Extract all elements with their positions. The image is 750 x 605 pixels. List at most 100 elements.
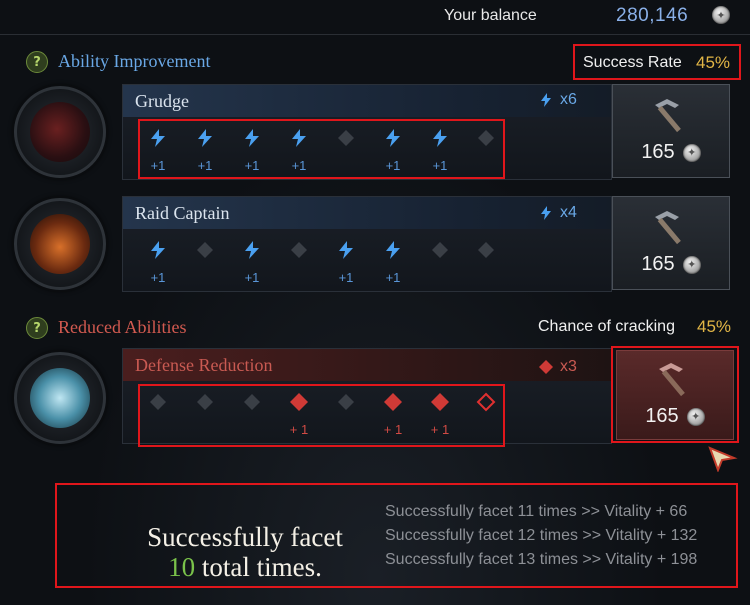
facet-slot-empty <box>474 126 498 150</box>
summary-count: 10 <box>168 552 196 582</box>
red-rune-icon <box>431 393 449 411</box>
engraving-count-value: x6 <box>560 91 577 108</box>
facet-plus-label: + 1 <box>430 422 450 437</box>
facet-cost-value: 165 <box>645 405 679 427</box>
bonus-list: Successfully facet 11 times >> Vitality … <box>385 503 697 575</box>
blue-rune-icon <box>151 241 165 259</box>
success-rate-value: 45% <box>696 53 731 72</box>
red-rune-icon <box>384 393 402 411</box>
help-icon[interactable]: ? <box>26 317 48 339</box>
facet-slot-success <box>287 126 311 150</box>
empty-rune-icon <box>338 394 354 410</box>
facet-slot-fail <box>287 238 311 262</box>
engraving-portrait-defense-reduction <box>14 352 106 444</box>
engraving-count: x3 <box>538 358 577 376</box>
grudge-emblem-icon <box>30 102 90 162</box>
blue-rune-icon <box>245 241 259 259</box>
engraving-name: Defense Reduction <box>135 354 273 375</box>
facet-plus-label: +1 <box>197 158 213 173</box>
balance-value: 280,146 <box>616 5 689 26</box>
empty-rune-icon <box>244 394 260 410</box>
facet-slot-success <box>381 390 405 414</box>
facet-slot-fail <box>146 390 170 414</box>
blue-rune-icon <box>386 241 400 259</box>
blue-rune-icon <box>386 129 400 147</box>
facet-plus-label: + 1 <box>383 422 403 437</box>
empty-rune-icon <box>197 242 213 258</box>
facet-slot-fail <box>240 390 264 414</box>
red-rune-icon <box>539 360 553 374</box>
facet-plus-label: + 1 <box>289 422 309 437</box>
help-icon[interactable]: ? <box>26 51 48 73</box>
facet-plus-label: +1 <box>244 270 260 285</box>
empty-rune-icon <box>476 392 496 412</box>
success-rate-label: Success Rate <box>583 54 682 71</box>
engraving-count: x6 <box>538 91 577 109</box>
engraving-portrait-raid-captain <box>14 198 106 290</box>
blue-rune-icon <box>292 129 306 147</box>
facet-slot-empty <box>474 238 498 262</box>
cursor-icon <box>708 446 738 472</box>
facet-plus-label: +1 <box>385 158 401 173</box>
engraving-count-value: x3 <box>560 358 577 375</box>
engraving-count: x4 <box>538 204 577 222</box>
red-rune-icon <box>290 393 308 411</box>
summary-text: Successfully facet 10 total times. <box>65 522 425 582</box>
facet-plus-label: +1 <box>338 270 354 285</box>
divider <box>0 34 750 35</box>
facet-slot-fail <box>193 238 217 262</box>
section-title-improvement: Ability Improvement <box>58 51 211 71</box>
facet-plus-label: +1 <box>432 158 448 173</box>
facet-button-grudge[interactable]: 165 ✦ <box>612 84 730 178</box>
summary-line-2-text: total times. <box>201 552 322 582</box>
facet-plus-label: +1 <box>150 158 166 173</box>
hammer-icon <box>655 99 681 133</box>
facet-plus-label: +1 <box>150 270 166 285</box>
blue-rune-icon <box>339 241 353 259</box>
empty-rune-icon <box>197 394 213 410</box>
summary-box: Successfully facet 10 total times. Succe… <box>55 483 738 588</box>
silver-coin-icon: ✦ <box>686 407 705 426</box>
engraving-name: Grudge <box>135 90 189 111</box>
section-title-reduced: Reduced Abilities <box>58 317 187 337</box>
facet-slot-next <box>474 390 498 414</box>
balance-label: Your balance <box>444 7 537 24</box>
success-rate-box: Success Rate 45% <box>573 44 741 80</box>
bonus-line: Successfully facet 11 times >> Vitality … <box>385 503 688 520</box>
blue-rune-icon <box>151 129 165 147</box>
engraving-portrait-grudge <box>14 86 106 178</box>
summary-line-2: 10 total times. <box>65 552 425 582</box>
facet-slot-success <box>381 126 405 150</box>
facet-slot-fail <box>334 390 358 414</box>
facet-plus-label: +1 <box>385 270 401 285</box>
crack-chance-label: Chance of cracking <box>538 318 675 335</box>
facet-slot-success <box>428 126 452 150</box>
engraving-count-value: x4 <box>560 204 577 221</box>
facet-slot-fail <box>334 126 358 150</box>
bonus-line: Successfully facet 12 times >> Vitality … <box>385 527 698 544</box>
facet-slot-success <box>146 126 170 150</box>
facet-cost: 165 ✦ <box>641 253 701 276</box>
silver-coin-icon: ✦ <box>682 143 701 162</box>
empty-rune-icon <box>150 394 166 410</box>
facet-button-raid-captain[interactable]: 165 ✦ <box>612 196 730 290</box>
defense-reduction-emblem-icon <box>30 368 90 428</box>
hammer-icon <box>659 363 685 397</box>
empty-rune-icon <box>432 242 448 258</box>
blue-rune-icon <box>541 93 551 107</box>
raid-captain-emblem-icon <box>30 214 90 274</box>
facet-slot-success <box>287 390 311 414</box>
facet-slot-success <box>240 238 264 262</box>
facet-cost: 165 ✦ <box>641 141 701 164</box>
facet-slot-success <box>381 238 405 262</box>
facet-slot-success <box>146 238 170 262</box>
facet-button-defense-reduction[interactable]: 165 ✦ <box>616 350 734 440</box>
hammer-icon <box>655 211 681 245</box>
empty-rune-icon <box>291 242 307 258</box>
facet-slot-success <box>334 238 358 262</box>
facet-plus-label: +1 <box>291 158 307 173</box>
blue-rune-icon <box>198 129 212 147</box>
silver-coin-icon: ✦ <box>712 6 730 24</box>
facet-slot-success <box>428 390 452 414</box>
blue-rune-icon <box>433 129 447 147</box>
